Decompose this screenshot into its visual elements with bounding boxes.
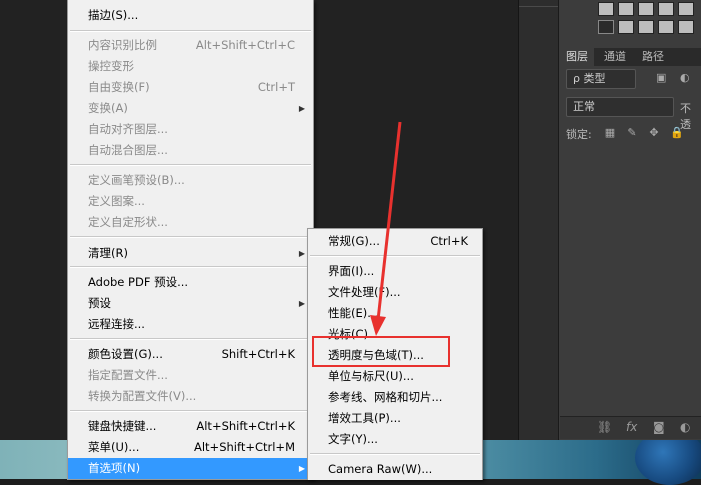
submenu-arrow-icon: ▶: [298, 104, 305, 113]
submenu-item-type[interactable]: 文字(Y)...: [308, 429, 482, 450]
menu-item-assign-profile[interactable]: 指定配置文件...: [68, 365, 313, 386]
menu-item-presets[interactable]: 预设 ▶: [68, 293, 313, 314]
layers-panel-tabs: 图层 通道 路径: [560, 48, 701, 66]
menu-separator: [310, 255, 480, 257]
image-filter-icon[interactable]: ▣: [656, 71, 666, 84]
submenu-item-performance[interactable]: 性能(E)...: [308, 303, 482, 324]
tab-channels[interactable]: 通道: [598, 48, 632, 66]
menu-separator: [70, 410, 311, 412]
menu-item-define-brush[interactable]: 定义画笔预设(B)...: [68, 170, 313, 191]
lock-all-icon[interactable]: 🔒: [670, 127, 684, 139]
style-swatch[interactable]: [658, 20, 674, 34]
menu-item-define-shape[interactable]: 定义自定形状...: [68, 212, 313, 233]
menu-item-transform[interactable]: 变换(A) ▶: [68, 98, 313, 119]
lock-move-icon[interactable]: ✥: [648, 127, 660, 139]
menu-item-preferences[interactable]: 首选项(N) ▶: [68, 458, 313, 479]
menu-item-purge[interactable]: 清理(R) ▶: [68, 243, 313, 264]
style-swatch[interactable]: [598, 20, 614, 34]
lock-brush-icon[interactable]: ✎: [626, 127, 638, 139]
style-swatch[interactable]: [678, 2, 694, 16]
menu-separator: [70, 236, 311, 238]
link-layers-icon[interactable]: ⛓: [597, 420, 612, 434]
menu-separator: [70, 338, 311, 340]
menu-item-keyboard-shortcuts[interactable]: 键盘快捷键... Alt+Shift+Ctrl+K: [68, 416, 313, 437]
menu-separator: [70, 164, 311, 166]
submenu-arrow-icon: ▶: [298, 299, 305, 308]
menu-separator: [70, 266, 311, 268]
style-swatch[interactable]: [638, 2, 654, 16]
menu-item-remote-connections[interactable]: 远程连接...: [68, 314, 313, 335]
add-mask-icon[interactable]: ◙: [653, 420, 665, 434]
tab-layers[interactable]: 图层: [560, 48, 594, 66]
submenu-item-interface[interactable]: 界面(I)...: [308, 261, 482, 282]
menu-item-pdf-presets[interactable]: Adobe PDF 预设...: [68, 272, 313, 293]
panel-dock-strip: [518, 0, 559, 440]
lock-label: 锁定:: [566, 128, 592, 141]
styles-swatches: [560, 0, 701, 40]
menu-item-menus[interactable]: 菜单(U)... Alt+Shift+Ctrl+M: [68, 437, 313, 458]
submenu-item-general[interactable]: 常规(G)... Ctrl+K: [308, 231, 482, 252]
new-fill-layer-icon[interactable]: ◐: [680, 420, 690, 434]
style-swatch[interactable]: [678, 20, 694, 34]
fx-icon[interactable]: fx: [626, 420, 637, 434]
submenu-item-units-rulers[interactable]: 单位与标尺(U)...: [308, 366, 482, 387]
submenu-item-file-handling[interactable]: 文件处理(F)...: [308, 282, 482, 303]
submenu-arrow-icon: ▶: [298, 464, 305, 473]
submenu-arrow-icon: ▶: [298, 249, 305, 258]
menu-item-content-aware-scale[interactable]: 内容识别比例 Alt+Shift+Ctrl+C: [68, 35, 313, 56]
menu-item-auto-blend-layers[interactable]: 自动混合图层...: [68, 140, 313, 161]
annotation-highlight-box: [312, 336, 450, 367]
edit-menu: 描边(S)... 内容识别比例 Alt+Shift+Ctrl+C 操控变形 自由变…: [67, 0, 314, 480]
menu-separator: [70, 30, 311, 32]
style-swatch[interactable]: [638, 20, 654, 34]
style-swatch[interactable]: [618, 20, 634, 34]
lock-transparent-icon[interactable]: ▦: [604, 127, 616, 139]
adjustment-filter-icon[interactable]: ◐: [680, 71, 690, 84]
menu-item-auto-align-layers[interactable]: 自动对齐图层...: [68, 119, 313, 140]
menu-item-convert-to-profile[interactable]: 转换为配置文件(V)...: [68, 386, 313, 407]
menu-separator: [310, 453, 480, 455]
style-swatch[interactable]: [658, 2, 674, 16]
tab-paths[interactable]: 路径: [636, 48, 670, 66]
submenu-item-guides-grid-slices[interactable]: 参考线、网格和切片...: [308, 387, 482, 408]
style-swatch[interactable]: [598, 2, 614, 16]
menu-item-define-pattern[interactable]: 定义图案...: [68, 191, 313, 212]
submenu-item-plugins[interactable]: 增效工具(P)...: [308, 408, 482, 429]
submenu-item-camera-raw[interactable]: Camera Raw(W)...: [308, 459, 482, 480]
menu-item-stroke[interactable]: 描边(S)...: [68, 5, 313, 26]
style-swatch[interactable]: [618, 2, 634, 16]
layers-panel: [558, 0, 701, 440]
menu-item-free-transform[interactable]: 自由变换(F) Ctrl+T: [68, 77, 313, 98]
blend-mode-select[interactable]: 正常: [566, 97, 674, 117]
layer-filter-select[interactable]: ρ 类型: [566, 69, 636, 89]
menu-item-puppet-warp[interactable]: 操控变形: [68, 56, 313, 77]
menu-item-color-settings[interactable]: 颜色设置(G)... Shift+Ctrl+K: [68, 344, 313, 365]
